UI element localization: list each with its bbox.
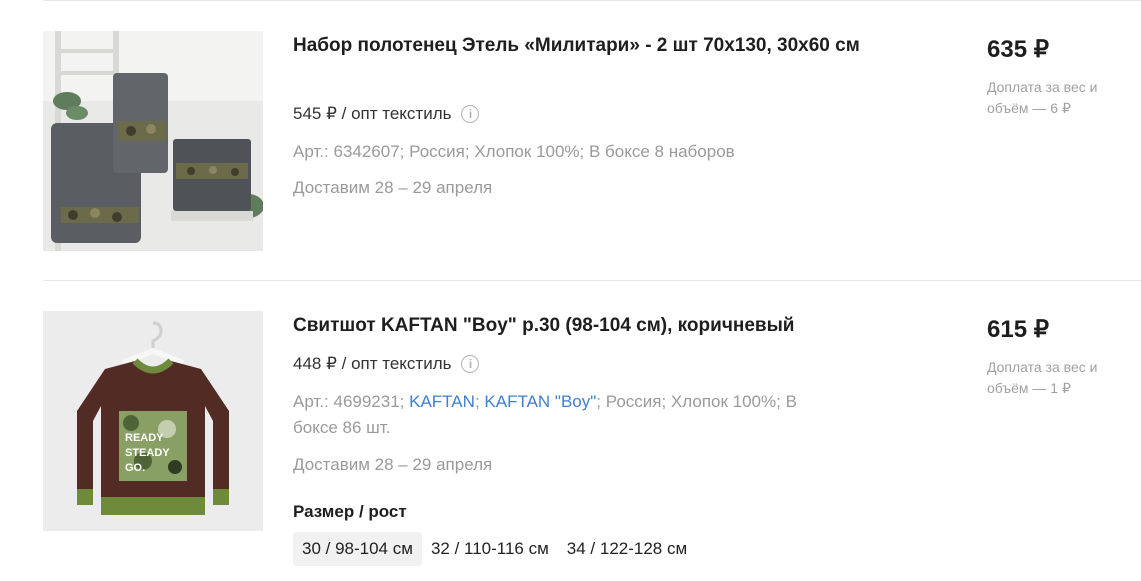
- product-price: 635 ₽: [987, 36, 1049, 63]
- brand-link[interactable]: KAFTAN: [409, 392, 475, 411]
- size-selector: 30 / 98-104 см 32 / 110-116 см 34 / 122-…: [293, 532, 696, 566]
- size-label: Размер / рост: [293, 502, 407, 521]
- product-title[interactable]: Свитшот KAFTAN "Boy" р.30 (98-104 см), к…: [293, 310, 893, 341]
- collection-link[interactable]: KAFTAN "Boy": [484, 392, 596, 411]
- wholesale-price-text: 545 ₽ / опт текстиль: [293, 104, 452, 123]
- svg-text:READY: READY: [125, 432, 164, 444]
- info-icon[interactable]: i: [461, 105, 480, 123]
- sweatshirt-photo: READY STEADY GO.: [43, 311, 263, 531]
- info-icon[interactable]: i: [461, 355, 480, 373]
- product-divider: [43, 280, 1141, 281]
- delivery-date: Доставим 28 – 29 апреля: [293, 178, 493, 197]
- product-meta: Арт.: 4699231; KAFTAN; KAFTAN "Boy"; Рос…: [293, 389, 813, 441]
- product-meta: Арт.: 6342607; Россия; Хлопок 100%; В бо…: [293, 142, 735, 161]
- wholesale-price: 448 ₽ / опт текстиль i: [293, 354, 480, 374]
- wholesale-price-text: 448 ₽ / опт текстиль: [293, 354, 452, 373]
- size-option[interactable]: 34 / 122-128 см: [558, 532, 696, 566]
- towels-photo: [43, 31, 263, 251]
- size-option[interactable]: 32 / 110-116 см: [422, 532, 558, 566]
- delivery-date: Доставим 28 – 29 апреля: [293, 455, 493, 474]
- meta-article: Арт.: 4699231;: [293, 392, 410, 411]
- weight-surcharge: Доплата за вес и объём — 6 ₽: [987, 79, 1098, 116]
- meta-separator: ;: [474, 392, 485, 411]
- svg-text:GO.: GO.: [125, 462, 145, 474]
- weight-surcharge: Доплата за вес и объём — 1 ₽: [987, 359, 1098, 396]
- product-image-towels[interactable]: [43, 31, 263, 251]
- product-title[interactable]: Набор полотенец Этель «Милитари» - 2 шт …: [293, 30, 893, 61]
- size-option[interactable]: 30 / 98-104 см: [293, 532, 422, 566]
- wholesale-price: 545 ₽ / опт текстиль i: [293, 104, 480, 124]
- top-divider: [43, 0, 1141, 1]
- product-price: 615 ₽: [987, 316, 1049, 343]
- product-image-sweatshirt[interactable]: READY STEADY GO.: [43, 311, 263, 531]
- svg-text:STEADY: STEADY: [125, 447, 170, 459]
